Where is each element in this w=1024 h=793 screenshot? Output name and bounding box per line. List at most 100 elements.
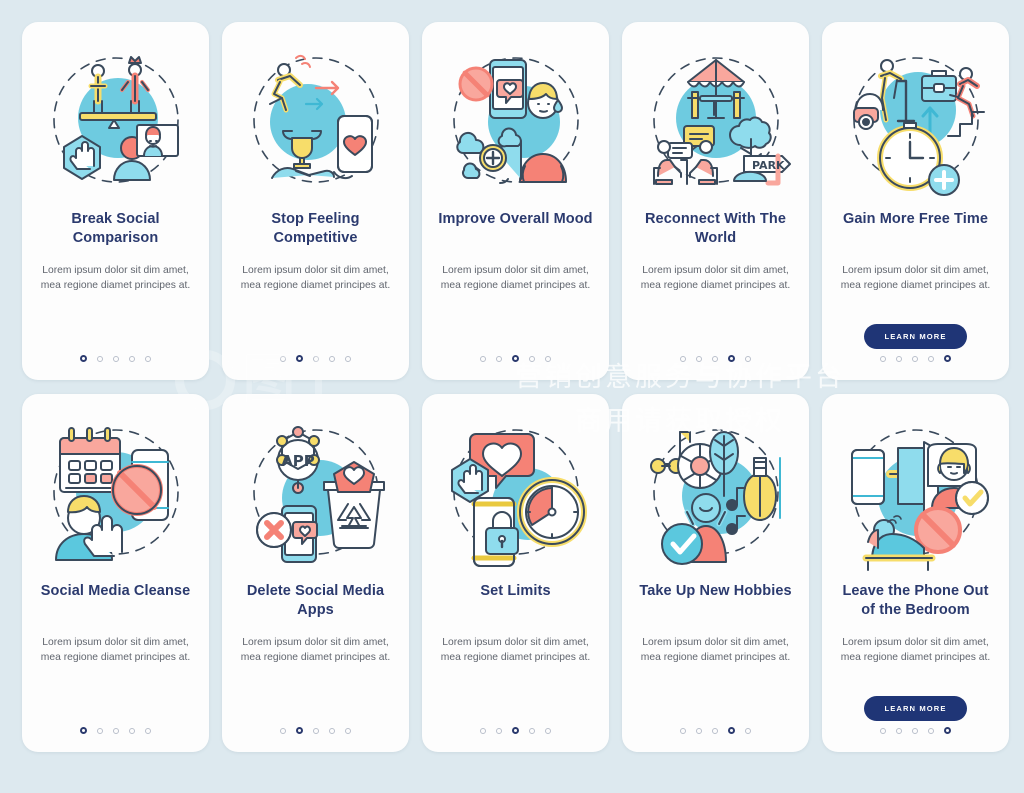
pagination-dot-1[interactable] — [880, 355, 886, 362]
illustration-cafe-table-umbrella-people-talking-park-sign: PARK — [636, 40, 796, 200]
illustration-clock-plus-briefcase-stairs-vacuum — [836, 40, 996, 200]
illustration-phone-door-bed-sleeping-person-prohibited — [836, 412, 996, 572]
svg-text:PARK: PARK — [752, 159, 785, 172]
illustration-phone-like-blocked-sad-person-clouds — [436, 40, 596, 200]
pagination-dot-3[interactable] — [512, 727, 519, 734]
onboarding-card-reconnect-with-the-world: PARK Reconnect With The World Lorem ipsu… — [622, 22, 809, 380]
pagination-dot-1[interactable] — [280, 727, 286, 734]
learn-more-button[interactable]: LEARN MORE — [864, 696, 967, 721]
card-body-text: Lorem ipsum dolor sit dim amet, mea regi… — [240, 265, 391, 291]
onboarding-card-break-social-comparison: Break Social Comparison Lorem ipsum dolo… — [22, 22, 209, 380]
pagination-dot-4[interactable] — [529, 355, 535, 362]
pagination-dot-3[interactable] — [113, 355, 119, 362]
pagination-dot-4[interactable] — [329, 727, 335, 734]
onboarding-card-take-up-new-hobbies: Take Up New Hobbies Lorem ipsum dolor si… — [622, 394, 809, 752]
card-title: Social Media Cleanse — [40, 583, 191, 599]
card-body-text: Lorem ipsum dolor sit dim amet, mea regi… — [440, 265, 591, 291]
pagination-dot-4[interactable] — [928, 727, 934, 734]
pagination-dot-5[interactable] — [944, 355, 951, 362]
pagination-dot-1[interactable] — [880, 727, 886, 734]
pagination-dot-5[interactable] — [545, 355, 551, 362]
pagination-dot-5[interactable] — [745, 355, 751, 362]
pagination-dot-4[interactable] — [728, 727, 735, 734]
card-title: Gain More Free Time — [842, 211, 989, 227]
pagination-dots — [480, 727, 551, 734]
pagination-dot-2[interactable] — [97, 355, 103, 362]
card-body-text: Lorem ipsum dolor sit dim amet, mea regi… — [840, 637, 991, 663]
pagination-dot-3[interactable] — [313, 727, 319, 734]
illustration-runner-trophy-handshake-phone-heart — [236, 40, 396, 200]
pagination-dot-3[interactable] — [512, 355, 519, 362]
onboarding-card-leave-the-phone-out-of-the-bedroom: Leave the Phone Out of the Bedroom Lorem… — [822, 394, 1009, 752]
pagination-dots — [280, 727, 351, 734]
pagination-dot-1[interactable] — [680, 355, 686, 362]
onboarding-card-stop-feeling-competitive: Stop Feeling Competitive Lorem ipsum dol… — [222, 22, 409, 380]
pagination-dots — [880, 727, 951, 734]
pagination-dots — [480, 355, 551, 362]
pagination-dot-2[interactable] — [296, 727, 303, 734]
card-body-text: Lorem ipsum dolor sit dim amet, mea regi… — [40, 265, 191, 291]
card-body-text: Lorem ipsum dolor sit dim amet, mea regi… — [440, 637, 591, 663]
card-title: Improve Overall Mood — [438, 211, 593, 227]
pagination-dots — [80, 727, 151, 734]
card-title: Break Social Comparison — [71, 211, 160, 247]
pagination-dot-3[interactable] — [113, 727, 119, 734]
card-body-text: Lorem ipsum dolor sit dim amet, mea regi… — [640, 637, 791, 663]
pagination-dot-5[interactable] — [345, 727, 351, 734]
pagination-dot-2[interactable] — [896, 727, 902, 734]
pagination-dot-5[interactable] — [944, 727, 951, 734]
illustration-balance-scale-people-stop-hand-video-call — [36, 40, 196, 200]
pagination-dot-1[interactable] — [680, 727, 686, 734]
screenshot-stage: Break Social Comparison Lorem ipsum dolo… — [0, 0, 1024, 793]
pagination-dot-3[interactable] — [313, 355, 319, 362]
card-body-text: Lorem ipsum dolor sit dim amet, mea regi… — [640, 265, 791, 291]
card-title: Set Limits — [480, 583, 551, 599]
onboarding-card-improve-overall-mood: Improve Overall Mood Lorem ipsum dolor s… — [422, 22, 609, 380]
svg-text:APP: APP — [281, 452, 315, 470]
illustration-heart-bubble-stop-hand-phone-lock-clock — [436, 412, 596, 572]
card-body-text: Lorem ipsum dolor sit dim amet, mea regi… — [840, 265, 991, 291]
onboarding-card-set-limits: Set Limits Lorem ipsum dolor sit dim ame… — [422, 394, 609, 752]
onboarding-card-social-media-cleanse: Social Media Cleanse Lorem ipsum dolor s… — [22, 394, 209, 752]
pagination-dot-3[interactable] — [912, 727, 918, 734]
illustration-app-network-trash-recycle-phone-x: APP — [236, 412, 396, 572]
pagination-dot-2[interactable] — [97, 727, 103, 734]
pagination-dot-2[interactable] — [496, 727, 502, 734]
pagination-dot-1[interactable] — [80, 727, 87, 734]
card-title: Take Up New Hobbies — [639, 583, 792, 599]
pagination-dot-4[interactable] — [928, 355, 934, 362]
pagination-dot-4[interactable] — [728, 355, 735, 362]
pagination-dots — [680, 355, 751, 362]
pagination-dot-2[interactable] — [696, 355, 702, 362]
pagination-dot-3[interactable] — [712, 355, 718, 362]
pagination-dot-5[interactable] — [345, 355, 351, 362]
onboarding-card-delete-social-media-apps: APP Delete Social Media Apps Lorem ipsum… — [222, 394, 409, 752]
card-title: Reconnect With The World — [644, 211, 787, 247]
pagination-dot-1[interactable] — [280, 355, 286, 362]
pagination-dot-4[interactable] — [529, 727, 535, 734]
pagination-dot-3[interactable] — [912, 355, 918, 362]
card-body-text: Lorem ipsum dolor sit dim amet, mea regi… — [40, 637, 191, 663]
pagination-dot-2[interactable] — [696, 727, 702, 734]
learn-more-button[interactable]: LEARN MORE — [864, 324, 967, 349]
pagination-dots — [880, 355, 951, 362]
pagination-dot-4[interactable] — [129, 727, 135, 734]
pagination-dot-5[interactable] — [145, 727, 151, 734]
pagination-dot-1[interactable] — [480, 727, 486, 734]
illustration-skate-ball-plant-violin-person-check — [636, 412, 796, 572]
pagination-dot-5[interactable] — [545, 727, 551, 734]
pagination-dot-5[interactable] — [745, 727, 751, 734]
pagination-dot-4[interactable] — [329, 355, 335, 362]
card-title: Stop Feeling Competitive — [271, 211, 360, 247]
pagination-dot-2[interactable] — [496, 355, 502, 362]
pagination-dot-3[interactable] — [712, 727, 718, 734]
pagination-dot-4[interactable] — [129, 355, 135, 362]
pagination-dots — [280, 355, 351, 362]
pagination-dot-5[interactable] — [145, 355, 151, 362]
pagination-dot-1[interactable] — [80, 355, 87, 362]
card-body-text: Lorem ipsum dolor sit dim amet, mea regi… — [240, 637, 391, 663]
pagination-dot-1[interactable] — [480, 355, 486, 362]
pagination-dot-2[interactable] — [896, 355, 902, 362]
pagination-dot-2[interactable] — [296, 355, 303, 362]
onboarding-card-grid: Break Social Comparison Lorem ipsum dolo… — [22, 22, 1009, 752]
